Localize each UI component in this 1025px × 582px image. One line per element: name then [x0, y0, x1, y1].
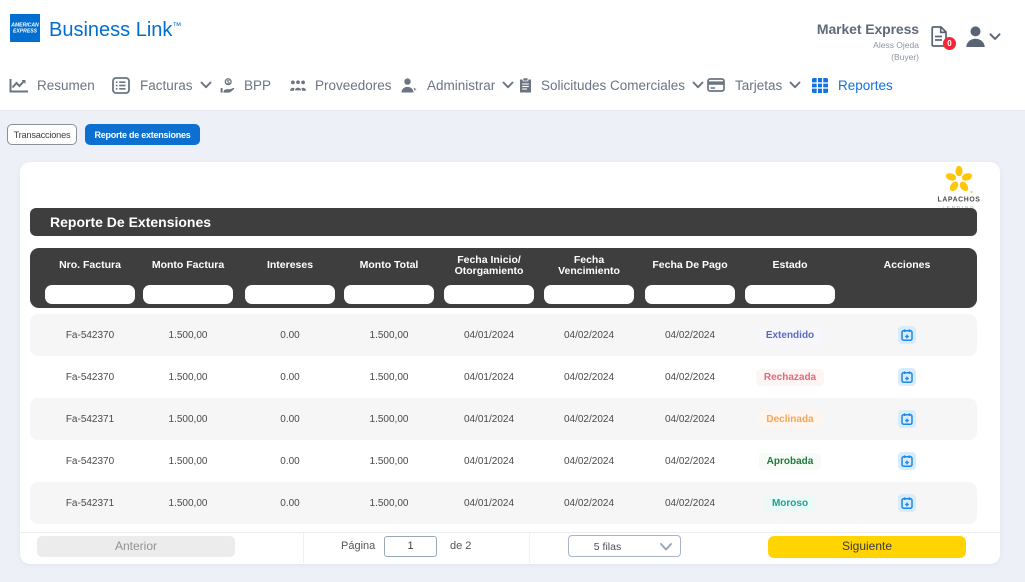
svg-text:LAPACHOS: LAPACHOS: [938, 197, 981, 204]
svg-text:EXPRESS: EXPRESS: [13, 29, 38, 35]
svg-text:$: $: [227, 79, 231, 85]
